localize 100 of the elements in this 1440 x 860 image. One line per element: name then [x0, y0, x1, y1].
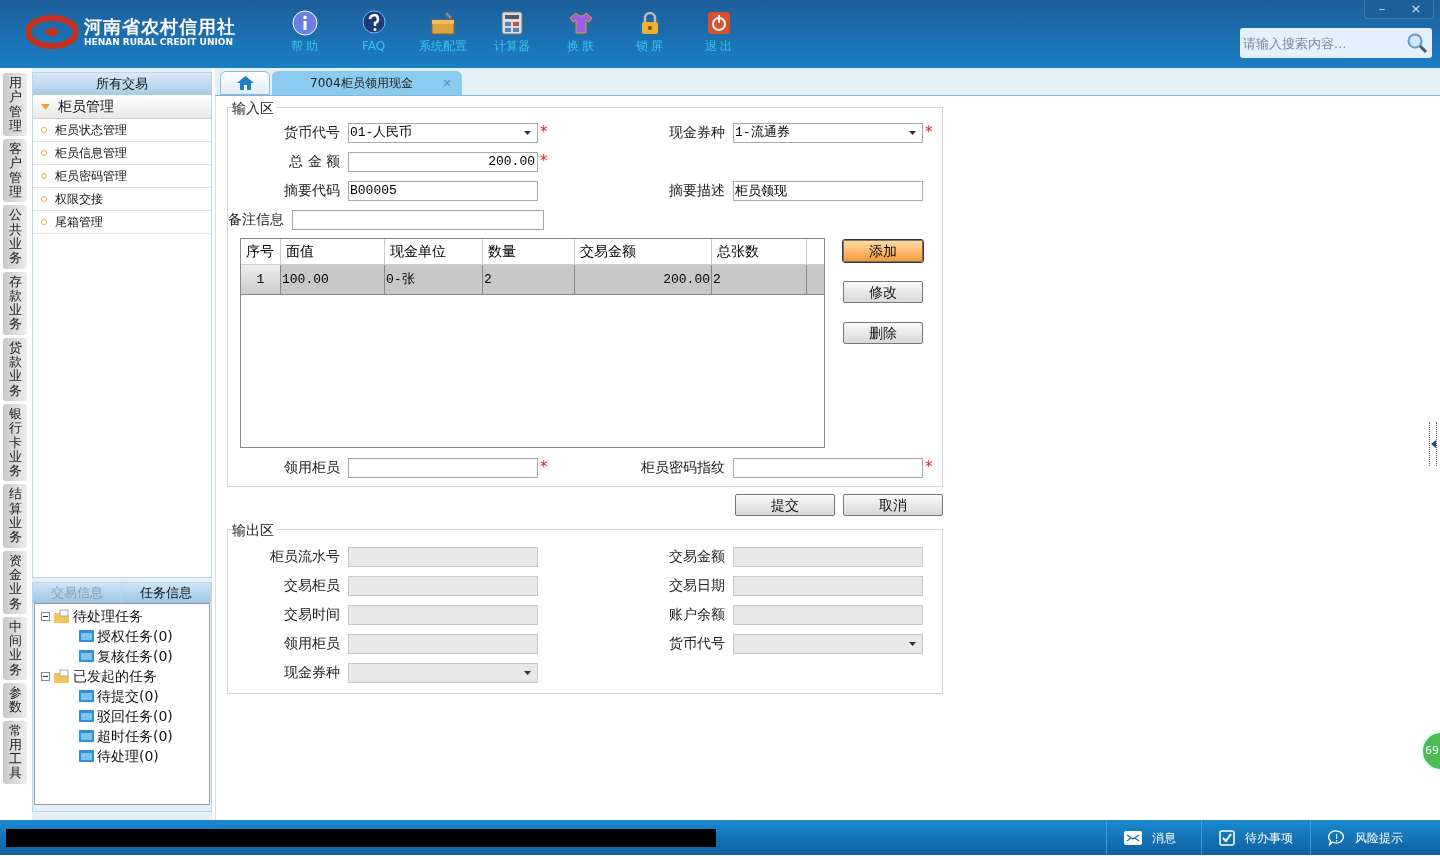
action-button[interactable]: 取消	[843, 494, 943, 516]
select-field[interactable]	[348, 662, 538, 683]
required-mark: *	[925, 460, 933, 475]
logo-subtitle: HENAN RURAL CREDIT UNION	[84, 36, 234, 48]
required-mark: *	[540, 154, 548, 169]
field-label: 柜员流水号	[269, 547, 341, 566]
field-label: 交易时间	[283, 605, 341, 624]
side-tab[interactable]: 中间业务	[3, 616, 27, 680]
input-field[interactable]: 柜员领现	[733, 180, 923, 201]
folder-icon	[79, 690, 94, 702]
required-mark: *	[540, 125, 548, 140]
side-tab[interactable]: 银行卡业务	[3, 403, 27, 482]
input-field[interactable]	[292, 209, 544, 230]
side-tab[interactable]: 公共业务	[3, 205, 27, 269]
status-button[interactable]: 待办事项	[1201, 820, 1310, 855]
side-tab[interactable]: 存款业务	[3, 271, 27, 335]
column-header: 数量	[483, 239, 575, 264]
table-cell: 100.00	[281, 265, 385, 294]
side-tab[interactable]: 结算业务	[3, 484, 27, 548]
logo-title: 河南省农村信用社	[84, 16, 236, 37]
grid-button[interactable]: 添加	[843, 240, 923, 262]
collapse-toggle-icon[interactable]	[41, 671, 50, 681]
select-field[interactable]: 1-流通券	[733, 122, 923, 143]
field-label: 货币代号	[668, 634, 726, 653]
close-button[interactable]: ×	[1399, 0, 1433, 18]
tree-item[interactable]: 驳回任务(0)	[97, 705, 173, 727]
search-field[interactable]: 请输入搜索内容...	[1240, 28, 1432, 58]
input-field[interactable]	[733, 457, 923, 478]
folder-icon	[79, 710, 94, 722]
field-label: 摘要代码	[283, 181, 341, 200]
required-mark: *	[540, 460, 548, 475]
row-number: 1	[241, 265, 281, 294]
section-title: 输入区	[232, 98, 276, 119]
mail-icon	[1124, 830, 1142, 845]
folder-icon	[79, 630, 94, 642]
menu-item[interactable]: 柜员状态管理	[33, 119, 211, 142]
menu-group-header[interactable]: 柜员管理	[33, 95, 211, 119]
search-icon	[1406, 32, 1428, 54]
side-tab[interactable]: 贷款业务	[3, 337, 27, 401]
side-tab[interactable]: 常用工具	[3, 720, 27, 784]
power-icon	[705, 10, 732, 36]
side-tab[interactable]: 资金业务	[3, 550, 27, 614]
folder-icon	[53, 608, 70, 624]
shirt-icon	[567, 10, 594, 36]
tree-item[interactable]: 待提交(0)	[97, 685, 159, 707]
minimize-button[interactable]: –	[1365, 0, 1399, 18]
select-field[interactable]	[733, 633, 923, 654]
column-header: 总张数	[712, 239, 807, 264]
column-header: 面值	[281, 239, 385, 264]
side-tab[interactable]: 参数	[3, 683, 27, 718]
status-button[interactable]: 风险提示	[1310, 820, 1420, 855]
input-field[interactable]: B00005	[348, 180, 538, 201]
menu-item[interactable]: 尾箱管理	[33, 211, 211, 234]
logo-icon	[26, 15, 78, 49]
checkbox-icon	[1219, 829, 1235, 846]
table-row[interactable]: 1 100.00 0-张 2 200.00 2	[241, 265, 824, 295]
tree-item[interactable]: 授权任务(0)	[97, 625, 173, 647]
tree-item[interactable]: 待处理(0)	[97, 745, 159, 767]
dropdown-caret-icon	[909, 130, 916, 135]
amount-field[interactable]: 200.00	[348, 151, 538, 172]
table-cell: 2	[483, 265, 575, 294]
collapse-handle[interactable]	[1429, 422, 1437, 466]
field-label: 现金券种	[668, 123, 726, 142]
input-field[interactable]	[348, 457, 538, 478]
grid-button[interactable]: 修改	[843, 281, 923, 303]
field-label: 交易日期	[668, 576, 726, 595]
calculator-icon	[498, 10, 525, 36]
chevron-left-icon	[1430, 440, 1436, 448]
tree-item[interactable]: 已发起的任务	[73, 665, 157, 687]
tree-item[interactable]: 待处理任务	[73, 605, 143, 627]
field-label: 总 金 额	[288, 152, 341, 171]
column-header: 现金单位	[385, 239, 483, 264]
menu-item[interactable]: 权限交接	[33, 188, 211, 211]
action-button[interactable]: 提交	[735, 494, 835, 516]
grid-button[interactable]: 删除	[843, 322, 923, 344]
status-button[interactable]: 消息	[1106, 820, 1201, 855]
page-tab[interactable]: 7004柜员领用现金 ×	[272, 71, 462, 95]
menu-item[interactable]: 柜员信息管理	[33, 142, 211, 165]
menu-item[interactable]: 柜员密码管理	[33, 165, 211, 188]
side-tab[interactable]: 客户管理	[3, 139, 27, 203]
home-icon	[236, 76, 254, 90]
info-icon	[291, 10, 318, 36]
folder-icon	[53, 668, 70, 684]
field-label: 摘要描述	[668, 181, 726, 200]
tree-item[interactable]: 超时任务(0)	[97, 725, 173, 747]
tree-item[interactable]: 复核任务(0)	[97, 645, 173, 667]
field-label: 货币代号	[283, 123, 341, 142]
folder-icon	[79, 750, 94, 762]
field-label: 备注信息	[228, 210, 285, 229]
home-tab[interactable]	[220, 71, 270, 95]
collapse-toggle-icon[interactable]	[41, 611, 50, 621]
field-label: 柜员密码指纹	[640, 458, 726, 477]
table-cell: 2	[712, 265, 807, 294]
field-label: 交易金额	[668, 547, 726, 566]
panel-title: 所有交易	[96, 75, 148, 94]
folder-icon	[79, 650, 94, 662]
field-label: 账户余额	[668, 605, 726, 624]
column-header: 序号	[241, 239, 281, 264]
side-tab[interactable]: 用户管理	[3, 73, 27, 137]
select-field[interactable]: 01-人民币	[348, 122, 538, 143]
